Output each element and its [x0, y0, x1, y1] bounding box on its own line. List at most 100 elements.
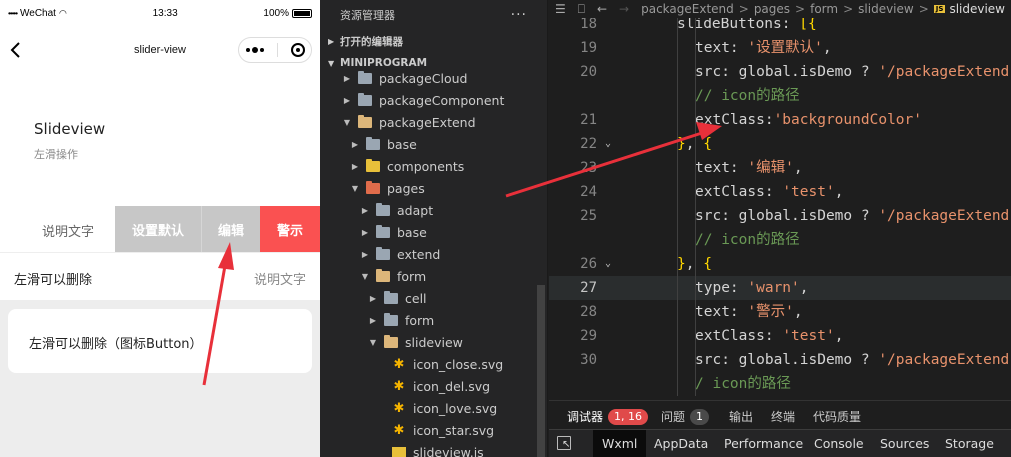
panel-tab-label: 调试器: [567, 410, 604, 424]
battery-label: 100%: [263, 7, 289, 19]
panel-tab[interactable]: 调试器 1, 16: [567, 408, 649, 431]
tree-item[interactable]: ▼ packageExtend: [320, 111, 547, 133]
devtools-tab[interactable]: Storage: [945, 436, 994, 451]
tree-item-label: form: [405, 312, 435, 328]
panel-tab[interactable]: 问题 1: [661, 408, 710, 425]
code-line[interactable]: 26 ⌄}, {: [549, 252, 1011, 276]
breadcrumb-current-file[interactable]: slideview: [949, 2, 1005, 16]
tree-item[interactable]: ▶ packageCloud: [320, 67, 547, 89]
page-subtitle: 左滑操作: [34, 148, 78, 161]
code-token: }: [677, 136, 686, 152]
tree-item[interactable]: ▼ pages: [320, 177, 547, 199]
code-line[interactable]: 20 src: global.isDemo ? '/packageExtend: [549, 60, 1011, 84]
breadcrumb-item[interactable]: slideview: [858, 2, 914, 16]
warn-button[interactable]: 警示: [260, 206, 320, 252]
inspect-element-icon[interactable]: [557, 436, 571, 450]
code-editor: 18 slideButtons: [{19 text: '设置默认', 20 src: …: [549, 0, 1011, 457]
panel-tab[interactable]: 代码质量: [813, 408, 861, 425]
open-editors-section[interactable]: ▶ 打开的编辑器: [320, 30, 547, 52]
code-line[interactable]: 22 ⌄}, {: [549, 132, 1011, 156]
tree-item[interactable]: ✱ icon_del.svg: [320, 375, 547, 397]
code-line[interactable]: 25 src: global.isDemo ? '/packageExtend: [549, 204, 1011, 228]
more-icon[interactable]: [245, 47, 264, 53]
chevron-right-icon: ▶: [361, 227, 369, 237]
tree-item[interactable]: ✱ icon_love.svg: [320, 397, 547, 419]
chevron-right-icon: ▶: [369, 293, 377, 303]
code-line[interactable]: 27 type: 'warn',: [549, 276, 1011, 300]
set-default-button[interactable]: 设置默认: [115, 206, 201, 252]
devtools-tab[interactable]: Sources: [880, 436, 929, 451]
list-icon[interactable]: ☰: [555, 2, 566, 16]
code-line[interactable]: 19 text: '设置默认',: [549, 36, 1011, 60]
code-line[interactable]: 23 text: '编辑',: [549, 156, 1011, 180]
open-editors-label: 打开的编辑器: [340, 35, 403, 48]
code-line[interactable]: 24 extClass: 'test',: [549, 180, 1011, 204]
folder-open-icon: [384, 334, 398, 348]
tree-item[interactable]: ▶ extend: [320, 243, 547, 265]
code-text: text: '编辑',: [695, 156, 803, 180]
chevron-down-icon: ▼: [361, 271, 369, 281]
code-line[interactable]: 30 src: global.isDemo ? '/packageExtend: [549, 348, 1011, 372]
panel-tab[interactable]: 终端: [771, 408, 795, 425]
fold-chevron-icon[interactable]: ⌄: [605, 252, 611, 276]
tree-item[interactable]: ▶ components: [320, 155, 547, 177]
code-token: '编辑': [747, 160, 794, 176]
devtools-tab[interactable]: Performance: [724, 436, 803, 451]
fold-chevron-icon[interactable]: ⌄: [605, 132, 611, 156]
phone-simulator: ••••• WeChat ◠ 13:33 100% slider-view Sl…: [0, 0, 320, 457]
forward-arrow-icon[interactable]: →: [619, 2, 629, 16]
chevron-down-icon: ▼: [328, 58, 335, 68]
tree-item[interactable]: ▶ base: [320, 133, 547, 155]
back-icon[interactable]: [8, 38, 24, 62]
bookmark-icon[interactable]: ⎕: [578, 2, 585, 17]
back-arrow-icon[interactable]: ←: [597, 2, 607, 16]
devtools-tab[interactable]: AppData: [654, 436, 708, 451]
slideview-card[interactable]: 左滑可以删除（图标Button）: [8, 309, 312, 373]
devtools-tab[interactable]: Console: [814, 436, 864, 451]
line-number: 26: [580, 256, 597, 272]
explorer-title: 资源管理器: [340, 9, 395, 22]
tree-item[interactable]: ▶ base: [320, 221, 547, 243]
edit-button[interactable]: 编辑: [201, 206, 260, 252]
js-file-icon: JS: [933, 5, 946, 13]
line-number: 30: [580, 352, 597, 368]
chevron-right-icon: ▶: [351, 161, 359, 171]
code-line[interactable]: / icon的路径: [549, 372, 1011, 396]
tree-item[interactable]: ✱ icon_star.svg: [320, 419, 547, 441]
tree-item-label: packageExtend: [379, 114, 476, 130]
code-token: src: global.isDemo ?: [695, 352, 879, 368]
tree-item[interactable]: ▶ cell: [320, 287, 547, 309]
code-line[interactable]: 28 text: '警示',: [549, 300, 1011, 324]
slideview-row-swiped[interactable]: 说明文字 设置默认 编辑 警示: [0, 206, 320, 252]
code-line[interactable]: // icon的路径: [549, 228, 1011, 252]
tree-item[interactable]: ▼ form: [320, 265, 547, 287]
tree-item[interactable]: ▶ packageComponent: [320, 89, 547, 111]
code-line[interactable]: 21 extClass:'backgroundColor': [549, 108, 1011, 132]
devtools-tab[interactable]: Wxml: [593, 430, 647, 457]
tree-item[interactable]: ▼ slideview: [320, 331, 547, 353]
tree-item-label: icon_love.svg: [413, 400, 498, 416]
tree-item[interactable]: ✱ icon_close.svg: [320, 353, 547, 375]
code-line[interactable]: // icon的路径: [549, 84, 1011, 108]
project-label: MINIPROGRAM: [340, 57, 428, 69]
code-line[interactable]: 29 extClass: 'test',: [549, 324, 1011, 348]
more-actions-icon[interactable]: ···: [511, 7, 527, 23]
breadcrumb-item[interactable]: packageExtend: [641, 2, 734, 16]
code-token: '/packageExtend: [878, 208, 1010, 224]
indent-guide: [677, 12, 678, 396]
close-miniprogram-icon[interactable]: [290, 43, 305, 57]
breadcrumb-item[interactable]: form: [810, 2, 838, 16]
tree-item[interactable]: ▶ form: [320, 309, 547, 331]
slideview-row[interactable]: 左滑可以删除 说明文字: [0, 252, 320, 300]
tree-item-label: packageComponent: [379, 92, 505, 108]
panel-tab[interactable]: 输出: [729, 408, 753, 425]
explorer-scrollbar[interactable]: [537, 285, 545, 457]
code-token: '设置默认': [747, 40, 823, 56]
tree-item[interactable]: ▶ adapt: [320, 199, 547, 221]
breadcrumb: ☰ ⎕ ← → packageExtend > pages > form > slidevi…: [549, 0, 1011, 18]
line-number: 29: [580, 328, 597, 344]
tree-item[interactable]: slideview.js: [320, 441, 547, 457]
folder-icon: [376, 224, 390, 238]
wifi-icon: ◠: [58, 7, 67, 18]
breadcrumb-item[interactable]: pages: [754, 2, 790, 16]
